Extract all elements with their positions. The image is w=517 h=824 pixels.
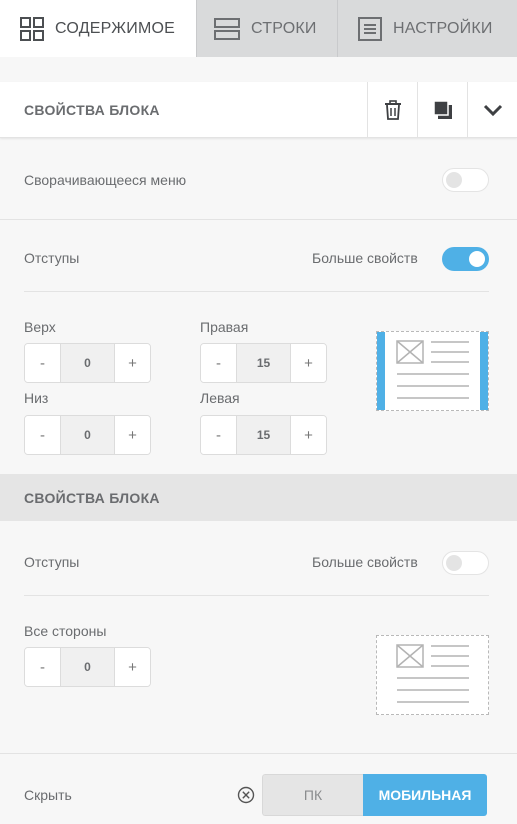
block-properties-header: СВОЙСТВА БЛОКА: [0, 81, 517, 138]
more-properties-label: Больше свойств: [312, 250, 418, 266]
content-preview-icon: [396, 644, 469, 703]
delete-button[interactable]: [367, 81, 417, 138]
device-switch: ПК МОБИЛЬНАЯ: [262, 774, 487, 816]
chevron-down-icon: [483, 104, 502, 116]
trash-icon: [384, 99, 401, 120]
padding-all-label: Все стороны: [24, 623, 107, 639]
rows-icon: [214, 17, 240, 40]
increment-button[interactable]: +: [115, 344, 150, 382]
padding-preview: [376, 331, 489, 411]
divider: [0, 219, 517, 220]
padding-right-label: Правая: [200, 319, 249, 335]
padding-bottom-stepper: - 0 +: [24, 415, 151, 455]
more-properties-toggle[interactable]: [442, 247, 489, 271]
toggle-knob: [446, 555, 462, 571]
padding-left-stepper: - 15 +: [200, 415, 327, 455]
tab-content[interactable]: СОДЕРЖИМОЕ: [0, 0, 196, 57]
right-padding-indicator: [480, 332, 488, 410]
padding-right-stepper: - 15 +: [200, 343, 327, 383]
block-properties-title: СВОЙСТВА БЛОКА: [24, 101, 160, 118]
duplicate-button[interactable]: [417, 81, 467, 138]
tab-settings[interactable]: НАСТРОЙКИ: [337, 0, 517, 57]
decrement-button[interactable]: -: [25, 344, 60, 382]
divider: [0, 753, 517, 754]
padding-left-value[interactable]: 15: [236, 416, 291, 454]
toggle-knob: [469, 251, 485, 267]
padding-left-label: Левая: [200, 390, 240, 406]
padding-bottom-label: Низ: [24, 390, 49, 406]
hide-label: Скрыть: [24, 787, 72, 803]
increment-button[interactable]: +: [291, 416, 326, 454]
tab-content-label: СОДЕРЖИМОЕ: [55, 19, 176, 37]
tab-settings-label: НАСТРОЙКИ: [393, 19, 493, 37]
padding-all-stepper: - 0 +: [24, 647, 151, 687]
more-properties-label: Больше свойств: [312, 554, 418, 570]
collapsible-menu-label: Сворачивающееся меню: [24, 172, 187, 188]
padding-label: Отступы: [24, 554, 80, 570]
padding-all-value[interactable]: 0: [60, 648, 115, 686]
decrement-button[interactable]: -: [201, 416, 236, 454]
content-preview-icon: [396, 340, 469, 399]
more-properties-toggle[interactable]: [442, 551, 489, 575]
block-properties-section: СВОЙСТВА БЛОКА: [0, 474, 517, 521]
left-padding-indicator: [377, 332, 385, 410]
duplicate-icon: [432, 99, 452, 119]
settings-list-icon: [358, 16, 382, 41]
divider: [24, 595, 489, 596]
decrement-button[interactable]: -: [25, 648, 60, 686]
device-desktop-button[interactable]: ПК: [262, 774, 363, 816]
increment-button[interactable]: +: [115, 648, 150, 686]
padding-top-value[interactable]: 0: [60, 344, 115, 382]
collapsible-menu-toggle[interactable]: [442, 168, 489, 192]
padding-label: Отступы: [24, 250, 80, 266]
increment-button[interactable]: +: [291, 344, 326, 382]
collapse-button[interactable]: [467, 81, 517, 138]
tab-rows[interactable]: СТРОКИ: [196, 0, 337, 57]
padding-right-value[interactable]: 15: [236, 344, 291, 382]
tab-bar: СОДЕРЖИМОЕ СТРОКИ НАСТРОЙКИ: [0, 0, 517, 57]
close-circle-icon[interactable]: [237, 786, 255, 804]
toggle-knob: [446, 172, 462, 188]
tab-rows-label: СТРОКИ: [251, 19, 317, 37]
grid-icon: [20, 16, 44, 41]
decrement-button[interactable]: -: [25, 416, 60, 454]
increment-button[interactable]: +: [115, 416, 150, 454]
padding-top-label: Верх: [24, 319, 56, 335]
padding-preview: [376, 635, 489, 715]
padding-bottom-value[interactable]: 0: [60, 416, 115, 454]
device-mobile-button[interactable]: МОБИЛЬНАЯ: [363, 774, 487, 816]
divider: [24, 291, 489, 292]
padding-top-stepper: - 0 +: [24, 343, 151, 383]
decrement-button[interactable]: -: [201, 344, 236, 382]
